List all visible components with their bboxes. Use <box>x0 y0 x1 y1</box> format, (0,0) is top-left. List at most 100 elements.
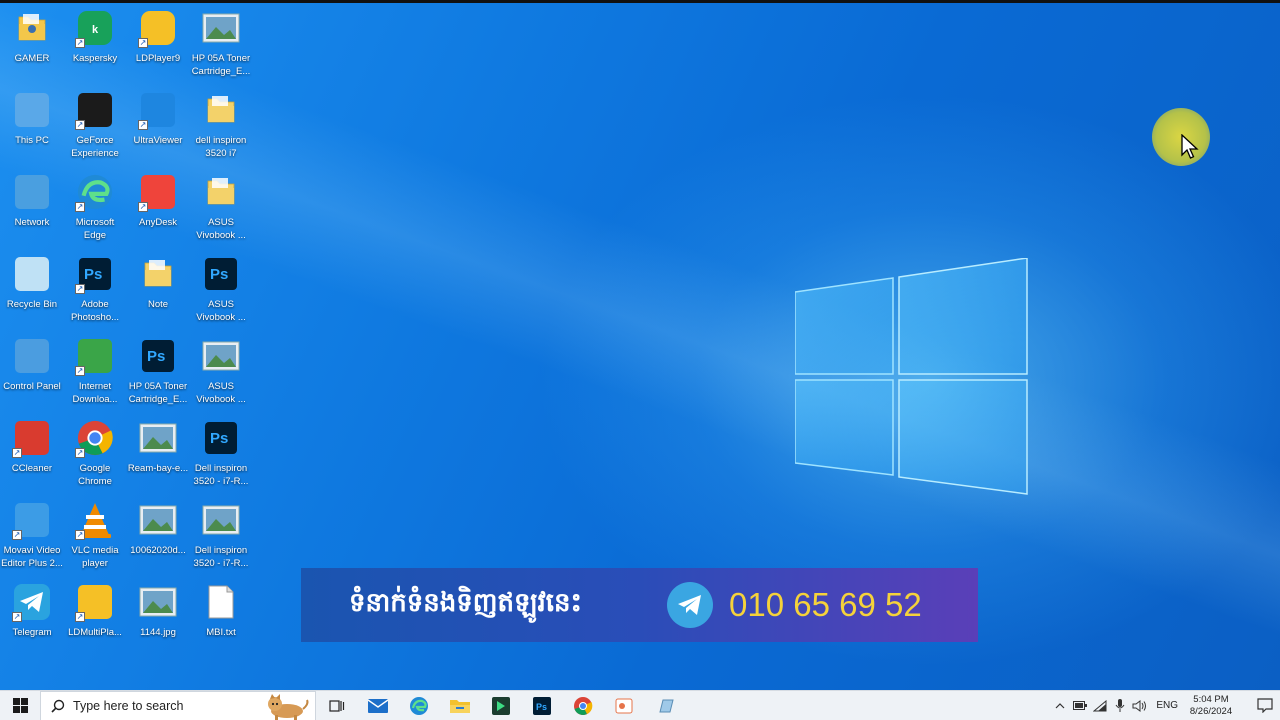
desktop-icon-asus[interactable]: ASUS Vivobook ... <box>189 172 253 252</box>
desktop-icon-asus[interactable]: Ps ASUS Vivobook ... <box>189 254 253 334</box>
desktop-icon-label: GeForce Experience <box>71 135 119 159</box>
kaspersky-icon: k ↗ <box>75 8 115 48</box>
volume-button[interactable] <box>1130 699 1150 712</box>
desktop-icon-grid: GAMER k ↗ Kaspersky ↗ LDPlayer9 HP 05A Toner C… <box>0 0 260 690</box>
taskbar-office-button[interactable] <box>603 691 644 720</box>
show-hidden-icons-button[interactable] <box>1050 702 1070 710</box>
desktop-icon-dell-inspiron[interactable]: Dell inspiron 3520 - i7-R... <box>189 500 253 580</box>
image-file-icon <box>138 582 178 622</box>
desktop-icon-vlc-media[interactable]: ↗ VLC media player <box>63 500 127 580</box>
input-language-indicator[interactable]: ENG <box>1156 700 1178 711</box>
desktop-icon-geforce[interactable]: ↗ GeForce Experience <box>63 90 127 170</box>
office-icon <box>615 698 632 713</box>
desktop-icon-recycle-bin[interactable]: Recycle Bin <box>0 254 64 334</box>
desktop-icon-mbi-txt[interactable]: MBI.txt <box>189 582 253 662</box>
psd-file-icon: Ps <box>201 418 241 458</box>
desktop-icon-gamer[interactable]: GAMER <box>0 8 64 88</box>
start-button[interactable] <box>0 691 40 720</box>
action-center-button[interactable] <box>1250 698 1280 713</box>
desktop-icon-note[interactable]: Note <box>126 254 190 334</box>
mouse-cursor-icon <box>1181 134 1199 159</box>
search-input[interactable] <box>73 698 263 713</box>
desktop-icon-ream-bay-e[interactable]: Ream-bay-e... <box>126 418 190 498</box>
ccleaner-icon: ↗ <box>12 418 52 458</box>
wifi-icon <box>1093 699 1107 711</box>
microphone-button[interactable] <box>1110 698 1130 713</box>
network-button[interactable] <box>1090 699 1110 712</box>
desktop-icon-10062020d[interactable]: 10062020d... <box>126 500 190 580</box>
desktop-icon-dell-inspiron[interactable]: dell inspiron 3520 i7 <box>189 90 253 170</box>
desktop-icon-anydesk[interactable]: ↗ AnyDesk <box>126 172 190 252</box>
battery-icon <box>1073 701 1088 710</box>
taskbar-file-explorer-button[interactable] <box>439 691 480 720</box>
desktop-icon-adobe[interactable]: Ps ↗ Adobe Photosho... <box>63 254 127 334</box>
ldplayer-icon: ↗ <box>138 8 178 48</box>
taskbar-edge-button[interactable] <box>398 691 439 720</box>
taskbar-clock[interactable]: 5:04 PM 8/26/2024 <box>1186 694 1236 718</box>
nvidia-icon: ↗ <box>75 90 115 130</box>
vlc-icon: ↗ <box>75 500 115 540</box>
speaker-icon <box>1132 699 1147 712</box>
desktop-icon-1144-jpg[interactable]: 1144.jpg <box>126 582 190 662</box>
shortcut-arrow-icon: ↗ <box>75 366 85 376</box>
desktop-icon-label: HP 05A Toner Cartridge_E... <box>191 53 251 77</box>
desktop-icon-ultraviewer[interactable]: ↗ UltraViewer <box>126 90 190 170</box>
desktop-icon-label: MBI.txt <box>206 627 236 638</box>
desktop-icon-label: Control Panel <box>3 381 61 392</box>
desktop-icon-label: Dell inspiron 3520 - i7-R... <box>193 545 249 569</box>
desktop-icon-ldmultipla[interactable]: ↗ LDMultiPla... <box>63 582 127 662</box>
desktop-icon-label: ASUS Vivobook ... <box>196 381 246 405</box>
desktop-icon-label: Telegram <box>12 627 52 638</box>
desktop-icon-label: Recycle Bin <box>6 299 58 310</box>
desktop-icon-telegram[interactable]: ↗ Telegram <box>0 582 64 662</box>
desktop-icon-hp-05a-toner[interactable]: HP 05A Toner Cartridge_E... <box>189 8 253 88</box>
notification-icon <box>1257 698 1273 713</box>
taskbar-mail-button[interactable] <box>357 691 398 720</box>
edge-icon: ↗ <box>75 172 115 212</box>
svg-text:Ps: Ps <box>536 702 547 712</box>
image-file-icon <box>201 336 241 376</box>
desktop-icon-microsoft[interactable]: ↗ Microsoft Edge <box>63 172 127 252</box>
desktop-icon-label: 1144.jpg <box>140 627 176 638</box>
taskbar-photoshop-button[interactable]: Ps <box>521 691 562 720</box>
shortcut-arrow-icon: ↗ <box>12 448 22 458</box>
shortcut-arrow-icon: ↗ <box>75 448 85 458</box>
taskbar-search-box[interactable] <box>40 690 316 720</box>
desktop-icon-control-panel[interactable]: Control Panel <box>0 336 64 416</box>
photoshop-icon: Ps ↗ <box>75 254 115 294</box>
battery-button[interactable] <box>1070 701 1090 710</box>
chevron-up-icon <box>1055 702 1065 708</box>
desktop-icon-ccleaner[interactable]: ↗ CCleaner <box>0 418 64 498</box>
desktop-icon-network[interactable]: Network <box>0 172 64 252</box>
desktop-icon-label: Microsoft Edge <box>75 217 115 241</box>
svg-text:Ps: Ps <box>210 266 228 283</box>
desktop-icon-label: Network <box>14 217 50 228</box>
folder-icon <box>201 90 241 130</box>
task-view-icon <box>328 699 344 712</box>
task-view-button[interactable] <box>316 691 357 720</box>
desktop-icon-internet[interactable]: ↗ Internet Downloa... <box>63 336 127 416</box>
control-panel-icon <box>12 336 52 376</box>
idm-icon: ↗ <box>75 336 115 376</box>
shortcut-arrow-icon: ↗ <box>75 202 85 212</box>
desktop-icon-asus[interactable]: ASUS Vivobook ... <box>189 336 253 416</box>
desktop-icon-hp-05a-toner[interactable]: Ps HP 05A Toner Cartridge_E... <box>126 336 190 416</box>
file-explorer-icon <box>449 699 470 713</box>
desktop-icon-label: AnyDesk <box>138 217 177 228</box>
desktop-icon-google[interactable]: ↗ Google Chrome <box>63 418 127 498</box>
svg-text:k: k <box>92 24 99 36</box>
desktop-icon-this-pc[interactable]: This PC <box>0 90 64 170</box>
desktop-icon-movavi-video[interactable]: ↗ Movavi Video Editor Plus 2... <box>0 500 64 580</box>
desktop-icon-label: This PC <box>15 135 49 146</box>
anydesk-icon: ↗ <box>138 172 178 212</box>
svg-text:Ps: Ps <box>147 348 165 365</box>
taskbar-chrome-button[interactable] <box>562 691 603 720</box>
desktop-icon-label: Adobe Photosho... <box>70 299 120 323</box>
taskbar-app-button-1[interactable] <box>480 691 521 720</box>
desktop-icon-ldplayer9[interactable]: ↗ LDPlayer9 <box>126 8 190 88</box>
desktop-icon-label: 10062020d... <box>130 545 186 556</box>
taskbar-app-button-2[interactable] <box>644 691 685 720</box>
desktop-icon-dell-inspiron[interactable]: Ps Dell inspiron 3520 - i7-R... <box>189 418 253 498</box>
desktop-icon-kaspersky[interactable]: k ↗ Kaspersky <box>63 8 127 88</box>
telegram-icon <box>667 582 713 628</box>
